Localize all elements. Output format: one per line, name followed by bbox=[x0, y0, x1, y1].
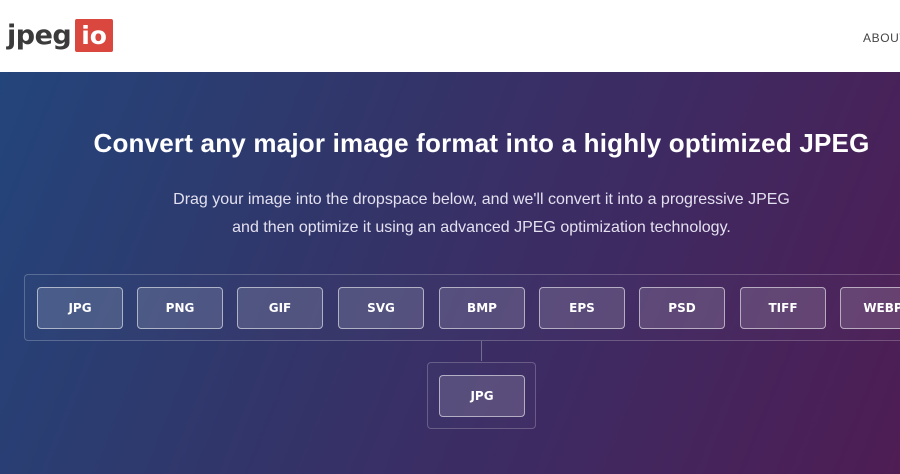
input-formats-dropzone[interactable]: JPG PNG GIF SVG BMP EPS PSD TIFF WEBP bbox=[24, 274, 900, 341]
format-button-psd[interactable]: PSD bbox=[639, 287, 725, 329]
connector-line bbox=[481, 341, 482, 361]
logo-text: jpeg bbox=[7, 19, 72, 51]
format-button-jpg[interactable]: JPG bbox=[37, 287, 123, 329]
hero-subtitle-line-2: and then optimize it using an advanced J… bbox=[232, 219, 731, 236]
format-button-tiff[interactable]: TIFF bbox=[740, 287, 826, 329]
logo-badge: io bbox=[75, 18, 113, 52]
hero-subtitle-line-1: Drag your image into the dropspace below… bbox=[173, 191, 790, 208]
format-button-svg[interactable]: SVG bbox=[338, 287, 424, 329]
format-button-eps[interactable]: EPS bbox=[539, 287, 625, 329]
format-button-webp[interactable]: WEBP bbox=[840, 287, 900, 329]
site-header: jpeg io ABOUT bbox=[0, 0, 900, 72]
format-button-gif[interactable]: GIF bbox=[237, 287, 323, 329]
hero-section: Convert any major image format into a hi… bbox=[0, 72, 900, 474]
hero-title: Convert any major image format into a hi… bbox=[93, 128, 870, 158]
output-format-button-jpg[interactable]: JPG bbox=[439, 375, 525, 417]
format-button-png[interactable]: PNG bbox=[137, 287, 223, 329]
format-button-bmp[interactable]: BMP bbox=[439, 287, 525, 329]
nav-about-link[interactable]: ABOUT bbox=[863, 31, 900, 45]
jpegio-logo[interactable]: jpeg io bbox=[7, 17, 113, 53]
output-format-box: JPG bbox=[427, 362, 536, 429]
